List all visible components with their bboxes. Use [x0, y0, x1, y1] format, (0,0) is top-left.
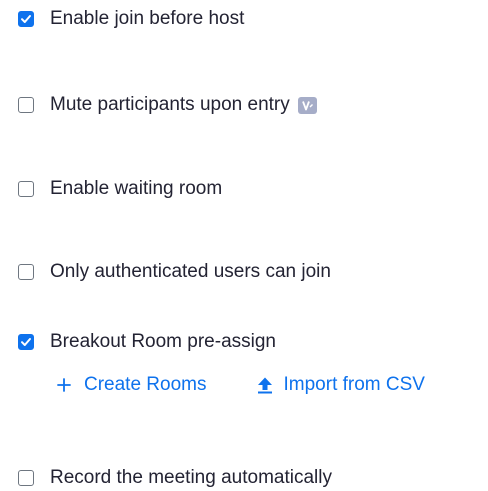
checkmark-icon [21, 338, 31, 346]
option-mute-on-entry[interactable]: Mute participants upon entry [18, 92, 317, 118]
mute-on-entry-label: Mute participants upon entry [50, 94, 290, 115]
option-breakout-preassign[interactable]: Breakout Room pre-assign [18, 329, 276, 355]
join-before-host-label: Enable join before host [50, 8, 245, 29]
authenticated-only-label: Only authenticated users can join [50, 261, 331, 282]
waiting-room-label: Enable waiting room [50, 178, 223, 199]
plus-icon [54, 375, 74, 395]
create-rooms-label: Create Rooms [84, 374, 207, 395]
option-authenticated-only[interactable]: Only authenticated users can join [18, 259, 331, 285]
breakout-preassign-label: Breakout Room pre-assign [50, 331, 276, 352]
checkmark-icon [21, 15, 31, 23]
create-rooms-link[interactable]: Create Rooms [54, 372, 207, 398]
import-csv-label: Import from CSV [283, 374, 425, 395]
auto-record-checkbox[interactable] [18, 470, 34, 486]
option-auto-record[interactable]: Record the meeting automatically [18, 465, 332, 491]
option-waiting-room[interactable]: Enable waiting room [18, 176, 222, 202]
import-csv-link[interactable]: Import from CSV [255, 372, 425, 398]
option-join-before-host[interactable]: Enable join before host [18, 6, 244, 32]
info-v-icon[interactable] [297, 96, 317, 114]
authenticated-only-checkbox[interactable] [18, 264, 34, 280]
breakout-preassign-checkbox[interactable] [18, 334, 34, 350]
join-before-host-checkbox[interactable] [18, 11, 34, 27]
auto-record-label: Record the meeting automatically [50, 467, 332, 488]
upload-arrow-icon [255, 375, 275, 395]
breakout-actions: Create Rooms Import from CSV [54, 372, 425, 398]
waiting-room-checkbox[interactable] [18, 181, 34, 197]
mute-on-entry-checkbox[interactable] [18, 97, 34, 113]
